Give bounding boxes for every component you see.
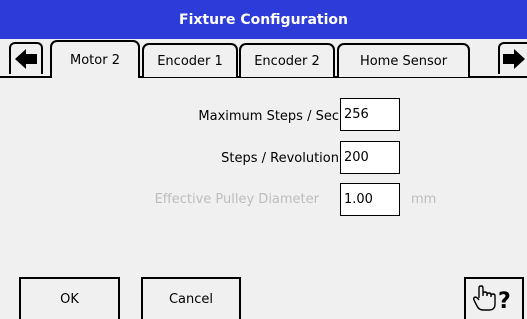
- ok-button-label: OK: [60, 291, 79, 307]
- tab-strip: Motor 2 Encoder 1 Encoder 2 Home Sensor: [0, 39, 527, 79]
- tab-label: Motor 2: [70, 52, 120, 68]
- arrow-left-icon: [15, 49, 37, 69]
- tab-scroll-left-button[interactable]: [9, 42, 43, 74]
- cancel-button[interactable]: Cancel: [141, 277, 241, 319]
- tab-label: Encoder 1: [157, 53, 223, 69]
- steps-per-revolution-input[interactable]: [340, 141, 400, 174]
- ok-button[interactable]: OK: [19, 277, 120, 319]
- tab-motor-2[interactable]: Motor 2: [50, 40, 140, 78]
- tab-encoder-2[interactable]: Encoder 2: [239, 43, 335, 77]
- arrow-right-icon: [503, 49, 525, 69]
- pulley-diameter-input[interactable]: [340, 183, 400, 216]
- tab-scroll-right-button[interactable]: [498, 42, 527, 74]
- window-title: Fixture Configuration: [179, 11, 348, 28]
- svg-text:?: ?: [498, 289, 511, 314]
- tab-label: Home Sensor: [359, 53, 448, 69]
- help-button[interactable]: ?: [464, 277, 524, 319]
- pulley-diameter-unit: mm: [411, 192, 437, 207]
- cancel-button-label: Cancel: [168, 291, 214, 307]
- title-bar: Fixture Configuration: [0, 0, 527, 39]
- fixture-configuration-window: Fixture Configuration Motor 2 Encoder 1 …: [0, 0, 527, 319]
- tab-encoder-1[interactable]: Encoder 1: [142, 43, 238, 77]
- tab-home-sensor[interactable]: Home Sensor: [337, 43, 470, 77]
- pulley-diameter-label: Effective Pulley Diameter: [154, 192, 319, 207]
- hand-question-icon: ?: [472, 285, 511, 314]
- steps-per-revolution-label: Steps / Revolution: [221, 151, 339, 166]
- tab-label: Encoder 2: [254, 53, 320, 69]
- max-steps-label: Maximum Steps / Sec: [198, 109, 339, 124]
- max-steps-input[interactable]: [340, 98, 400, 131]
